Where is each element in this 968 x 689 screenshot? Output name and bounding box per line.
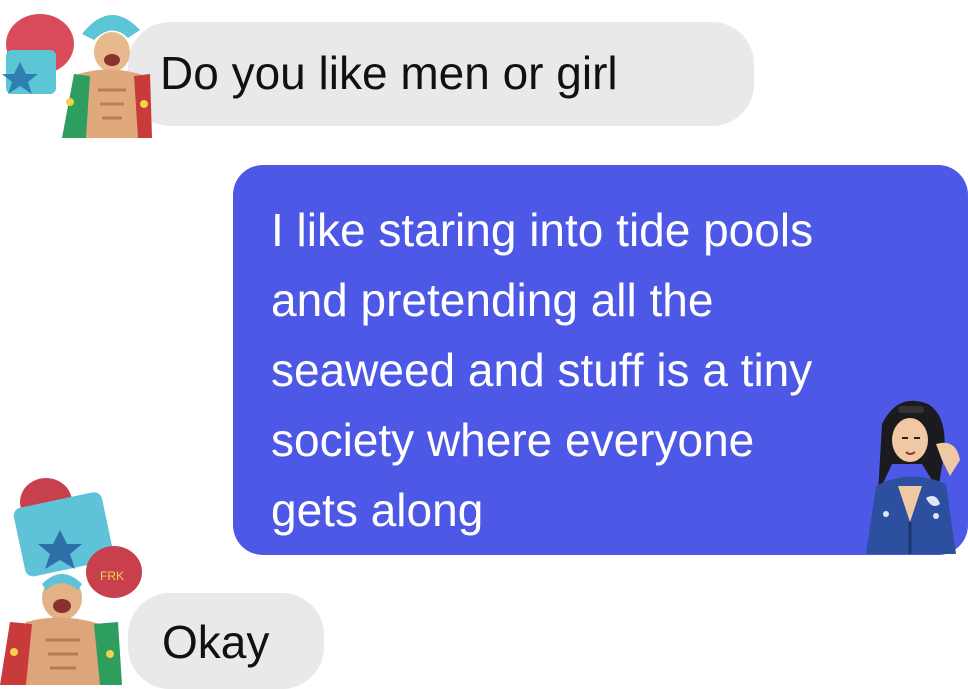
svg-text:FRK: FRK (100, 569, 124, 583)
incoming-message-bubble[interactable]: Do you like men or girl (128, 22, 754, 126)
message-text-line: and pretending all the (271, 274, 714, 326)
franky-sticker-icon: FRK (0, 478, 142, 685)
message-text: Okay (162, 616, 270, 668)
robin-sticker-icon (866, 400, 960, 554)
message-text-line: gets along (271, 484, 484, 536)
franky-sticker-icon (2, 14, 152, 138)
message-text-line: seaweed and stuff is a tiny (271, 344, 813, 396)
message-text-line: society where everyone (271, 414, 755, 466)
message-text: Do you like men or girl (160, 47, 618, 99)
message-text-line: I like staring into tide pools (271, 204, 814, 256)
incoming-message-bubble[interactable]: Okay (128, 593, 324, 689)
